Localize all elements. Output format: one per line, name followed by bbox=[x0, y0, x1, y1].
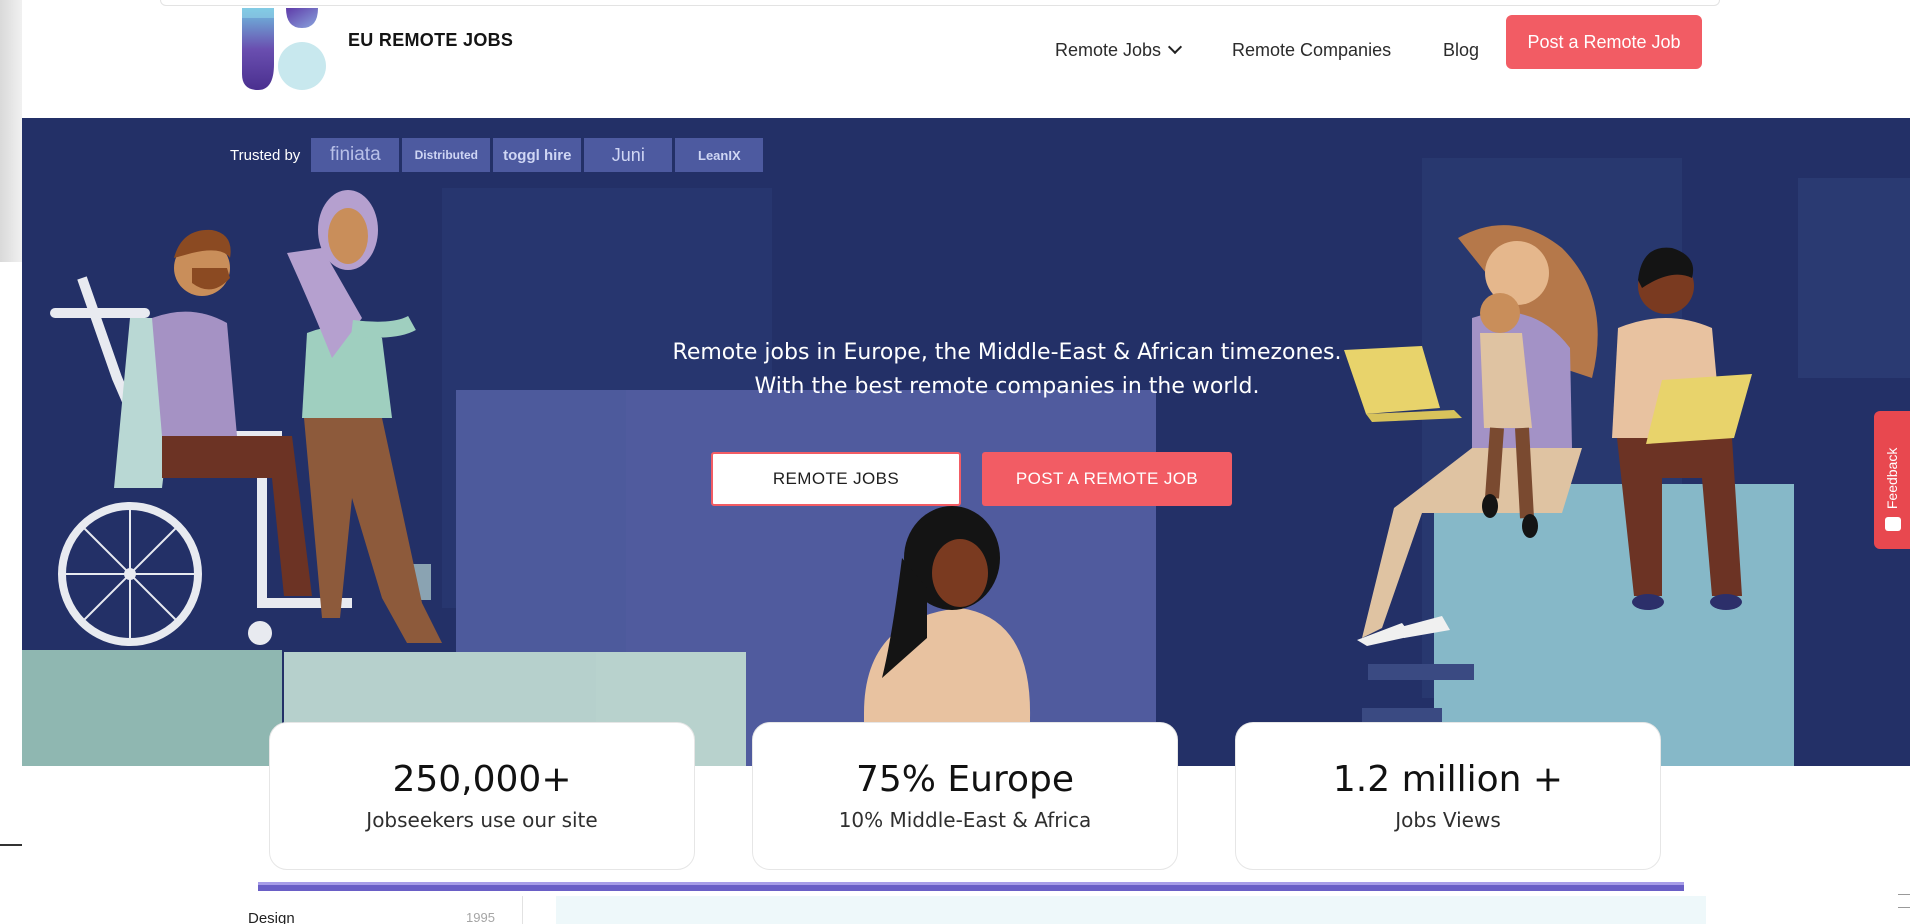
post-job-nav-button[interactable]: Post a Remote Job bbox=[1506, 15, 1702, 69]
hero-illustration bbox=[50, 190, 1752, 766]
job-listing-row[interactable] bbox=[556, 896, 1706, 924]
section-divider bbox=[258, 882, 1684, 891]
feedback-label[interactable]: Feedback bbox=[1884, 448, 1900, 509]
stat-value: 1.2 million + bbox=[1332, 759, 1564, 800]
hero-section: Trusted by finiata Distributed toggl hir… bbox=[22, 118, 1910, 766]
nav-remote-companies[interactable]: Remote Companies bbox=[1232, 24, 1391, 76]
stat-label: Jobs Views bbox=[1395, 808, 1501, 832]
scroll-indicator bbox=[1898, 894, 1910, 908]
site-header: EU REMOTE JOBS Remote Jobs Remote Compan… bbox=[22, 8, 1910, 118]
logo-text[interactable]: EU REMOTE JOBS bbox=[348, 30, 513, 51]
stat-value: 250,000+ bbox=[392, 759, 572, 800]
browser-top-strip bbox=[160, 0, 1720, 6]
stat-label: Jobseekers use our site bbox=[366, 808, 598, 832]
category-design[interactable]: Design bbox=[248, 910, 295, 924]
post-remote-job-button[interactable]: POST A REMOTE JOB bbox=[982, 452, 1232, 506]
hero-tagline-line1: Remote jobs in Europe, the Middle-East &… bbox=[672, 340, 1342, 365]
stat-card-regions: 75% Europe 10% Middle-East & Africa bbox=[752, 722, 1178, 870]
nav-blog[interactable]: Blog bbox=[1443, 24, 1479, 76]
window-edge bbox=[0, 0, 22, 924]
stat-value: 75% Europe bbox=[855, 759, 1075, 800]
nav-remote-jobs-label[interactable]: Remote Jobs bbox=[1055, 40, 1161, 61]
sidebar-divider bbox=[522, 896, 523, 924]
stat-label: 10% Middle-East & Africa bbox=[838, 808, 1092, 832]
hero-tagline-line2: With the best remote companies in the wo… bbox=[754, 374, 1260, 399]
window-edge-shade bbox=[0, 0, 22, 262]
feedback-smile-icon[interactable] bbox=[1885, 517, 1901, 531]
person-laptop-man-illustration bbox=[1612, 247, 1752, 610]
chevron-down-icon[interactable] bbox=[1167, 39, 1183, 55]
person-standing-illustration bbox=[287, 190, 442, 643]
hero-tagline: Remote jobs in Europe, the Middle-East &… bbox=[582, 336, 1432, 404]
stat-card-jobseekers: 250,000+ Jobseekers use our site bbox=[269, 722, 695, 870]
feedback-tab[interactable]: Feedback bbox=[1874, 411, 1910, 549]
nav-remote-jobs[interactable]: Remote Jobs bbox=[1055, 24, 1183, 76]
remote-jobs-button[interactable]: REMOTE JOBS bbox=[711, 452, 961, 506]
person-mother-child-illustration bbox=[1344, 225, 1598, 646]
category-count: 1995 bbox=[466, 910, 495, 924]
page: EU REMOTE JOBS Remote Jobs Remote Compan… bbox=[0, 0, 1910, 924]
logo-icon[interactable] bbox=[240, 8, 335, 90]
window-edge-line bbox=[0, 844, 22, 846]
stat-card-views: 1.2 million + Jobs Views bbox=[1235, 722, 1661, 870]
